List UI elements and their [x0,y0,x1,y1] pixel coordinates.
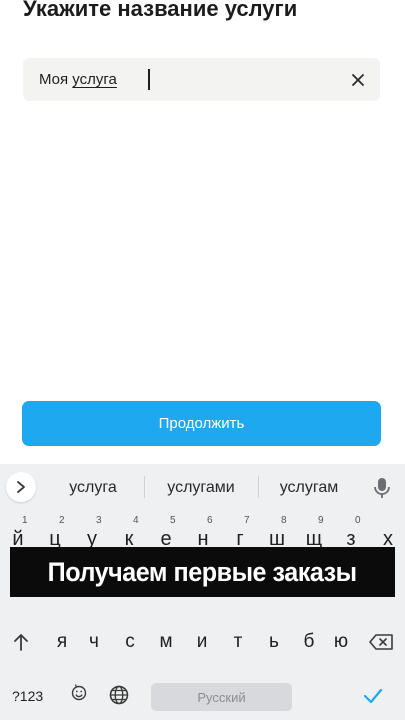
close-icon [352,74,364,86]
key-hint: 3 [96,515,102,526]
suggestion-bar: услуга услугами услугам [0,464,405,510]
key-ь[interactable]: ь [256,631,292,653]
caption-banner: Получаем первые заказы [10,547,395,597]
shift-key[interactable] [12,632,30,655]
language-key[interactable] [109,685,129,708]
key-с[interactable]: с [112,631,148,653]
caption-text: Получаем первые заказы [47,556,358,587]
service-name-input[interactable]: Моя услуга [23,58,380,101]
key-hint: 1 [22,515,28,526]
microphone-icon [374,478,390,498]
clear-input-button[interactable] [348,70,368,90]
value-prefix: Моя [39,71,73,88]
space-bar[interactable]: Русский [151,683,292,711]
emoji-icon [71,685,87,701]
suggestion-1[interactable]: услуга [45,479,141,497]
key-hint: 7 [244,515,250,526]
key-hint: 6 [207,515,213,526]
backspace-icon [369,634,393,650]
key-hint: 8 [281,515,287,526]
continue-button[interactable]: Продолжить [22,401,381,446]
key-hint: 2 [59,515,65,526]
checkmark-icon [363,688,383,704]
key-hint: 5 [170,515,176,526]
key-я[interactable]: я [44,631,80,653]
shift-arrow-icon [14,634,28,651]
value-word: услуга [72,71,117,88]
key-hint: 0 [355,515,361,526]
key-hint: 9 [318,515,324,526]
globe-icon [109,685,129,705]
service-name-value[interactable]: Моя услуга [39,71,117,88]
numbers-key[interactable]: ?123 [12,688,43,704]
key-ю[interactable]: ю [323,631,359,653]
page-title: Укажите название услуги [23,0,298,21]
key-ч[interactable]: ч [76,631,112,653]
chevron-right-icon [17,481,25,493]
text-cursor [148,69,150,90]
suggestion-divider [144,476,145,498]
key-т[interactable]: т [220,631,256,653]
key-б[interactable]: б [291,631,327,653]
key-и[interactable]: и [184,631,220,653]
key-м[interactable]: м [148,631,184,653]
backspace-key[interactable] [368,633,394,654]
suggestion-3[interactable]: услугам [262,479,356,497]
enter-key[interactable] [363,688,383,707]
suggestion-2[interactable]: услугами [148,479,254,497]
expand-toolbar-button[interactable] [6,472,36,502]
key-hint: 4 [133,515,139,526]
emoji-key[interactable] [71,685,87,704]
suggestion-divider [258,476,259,498]
voice-input-button[interactable] [372,476,392,500]
